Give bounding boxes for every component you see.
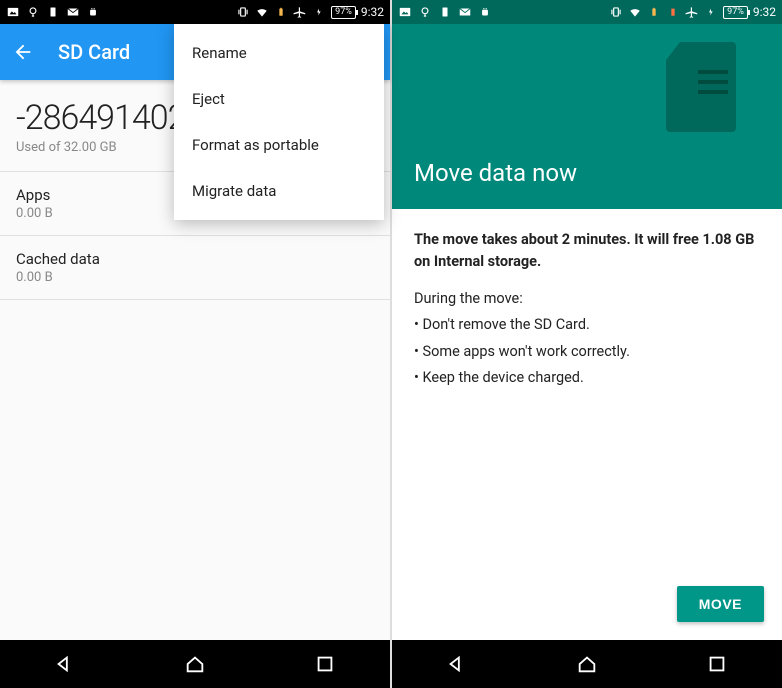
nav-back-icon[interactable] (446, 653, 468, 675)
airplane-icon (685, 5, 699, 19)
battery-level: 97% (331, 6, 356, 19)
lightbulb-icon (418, 5, 432, 19)
mail-icon (66, 5, 80, 19)
hero-panel: Move data now (392, 24, 782, 209)
alert-icon (666, 5, 680, 19)
menu-migrate[interactable]: Migrate data (174, 168, 384, 214)
battery-level: 97% (723, 6, 748, 19)
menu-rename[interactable]: Rename (174, 30, 384, 76)
phone-right: 97% 9:32 Move data now The move takes ab… (391, 0, 782, 688)
phone-left: 97% 9:32 SD Card -28649140224.00 Used of… (0, 0, 391, 688)
battery-warning-icon (274, 5, 288, 19)
body-text: The move takes about 2 minutes. It will … (392, 209, 782, 586)
nav-recent-icon[interactable] (706, 653, 728, 675)
clock: 9:32 (361, 5, 384, 19)
nav-home-icon[interactable] (184, 653, 206, 675)
hero-title: Move data now (414, 159, 760, 187)
android-icon (478, 5, 492, 19)
phone-icon (438, 5, 452, 19)
clock: 9:32 (753, 5, 776, 19)
sd-card-graphic (666, 42, 746, 142)
charging-icon (312, 5, 326, 19)
status-bar: 97% 9:32 (0, 0, 390, 24)
overflow-menu: Rename Eject Format as portable Migrate … (174, 24, 384, 220)
mail-icon (458, 5, 472, 19)
button-row: MOVE (392, 586, 782, 640)
cached-label: Cached data (16, 250, 374, 268)
vibrate-icon (609, 5, 623, 19)
bullet-1: • Don't remove the SD Card. (414, 314, 760, 336)
android-icon (86, 5, 100, 19)
wifi-icon (628, 5, 642, 19)
nav-bar (392, 640, 782, 688)
empty-space (0, 300, 390, 640)
airplane-icon (293, 5, 307, 19)
menu-eject[interactable]: Eject (174, 76, 384, 122)
bullet-3: • Keep the device charged. (414, 367, 760, 389)
summary-line: The move takes about 2 minutes. It will … (414, 229, 760, 274)
charging-icon (704, 5, 718, 19)
nav-back-icon[interactable] (54, 653, 76, 675)
screenshot-pair: 97% 9:32 SD Card -28649140224.00 Used of… (0, 0, 782, 688)
lightbulb-icon (26, 5, 40, 19)
nav-bar (0, 640, 390, 688)
status-bar: 97% 9:32 (392, 0, 782, 24)
move-button[interactable]: MOVE (677, 586, 764, 622)
app-bar-title: SD Card (58, 40, 130, 64)
wifi-icon (255, 5, 269, 19)
image-icon (398, 5, 412, 19)
bullet-2: • Some apps won't work correctly. (414, 341, 760, 363)
nav-recent-icon[interactable] (314, 653, 336, 675)
cached-data-row[interactable]: Cached data 0.00 B (0, 236, 390, 300)
cached-value: 0.00 B (16, 270, 374, 285)
phone-icon (46, 5, 60, 19)
image-icon (6, 5, 20, 19)
back-icon[interactable] (12, 41, 34, 63)
menu-format[interactable]: Format as portable (174, 122, 384, 168)
battery-warning-icon (647, 5, 661, 19)
during-label: During the move: (414, 288, 760, 310)
vibrate-icon (236, 5, 250, 19)
nav-home-icon[interactable] (576, 653, 598, 675)
